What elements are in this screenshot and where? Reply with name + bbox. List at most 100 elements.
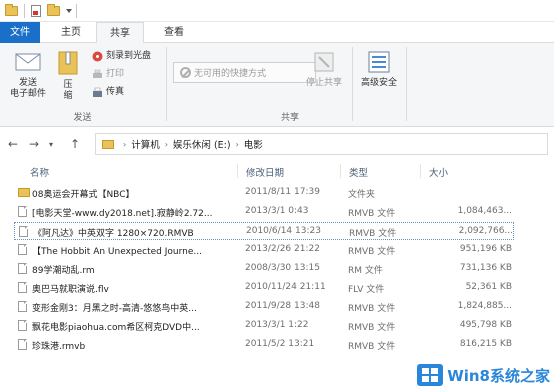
disc-icon xyxy=(92,51,103,61)
file-name: 奥巴马就职演说.flv xyxy=(32,285,109,295)
windows-logo-icon xyxy=(417,364,444,386)
tab-home[interactable]: 主页 xyxy=(50,22,92,43)
file-size: 816,215 KB xyxy=(459,339,512,349)
file-date: 2011/8/11 17:39 xyxy=(245,187,320,197)
breadcrumb-separator: › xyxy=(123,139,127,149)
column-date[interactable]: 修改日期 xyxy=(246,165,284,179)
file-date: 2013/3/1 1:22 xyxy=(245,320,309,330)
advanced-security-button[interactable]: 高级安全 xyxy=(356,49,402,89)
column-name[interactable]: 名称 xyxy=(30,165,49,179)
printer-icon xyxy=(93,69,102,78)
chevron-down-icon[interactable]: ▾ xyxy=(49,140,53,149)
file-name: 89学潮动乱.rm xyxy=(32,266,95,276)
file-type: 文件夹 xyxy=(348,190,376,200)
back-icon[interactable]: ← xyxy=(8,137,18,151)
stop-sharing-button[interactable]: 停止共享 xyxy=(298,49,350,89)
file-date: 2010/6/14 13:23 xyxy=(246,226,321,236)
file-icon xyxy=(18,263,27,274)
list-item[interactable]: 珍珠港.rmvb 2011/5/2 13:21 RMVB 文件 816,215 … xyxy=(14,336,514,354)
send-email-label: 发送 电子邮件 xyxy=(9,78,46,99)
unavailable-icon xyxy=(180,67,191,78)
file-icon xyxy=(18,320,27,331)
compress-button[interactable]: 压 缩 xyxy=(54,49,82,102)
file-type: RMVB 文件 xyxy=(348,323,396,333)
share-with-dropdown[interactable]: 无可用的快捷方式 xyxy=(173,62,316,83)
file-type: RMVB 文件 xyxy=(349,229,397,239)
file-type: RMVB 文件 xyxy=(348,247,396,257)
forward-icon[interactable]: → xyxy=(29,137,39,151)
folder-icon[interactable] xyxy=(5,4,18,18)
list-item[interactable]: 奥巴马就职演说.flv 2010/11/24 21:11 FLV 文件 52,3… xyxy=(14,279,514,297)
breadcrumb-folder[interactable]: 电影 xyxy=(244,137,263,151)
file-name: 飘花电影piaohua.com希区柯克DVD中... xyxy=(32,323,200,333)
list-item[interactable]: 89学潮动乱.rm 2008/3/30 13:15 RM 文件 731,136 … xyxy=(14,260,514,278)
file-date: 2013/2/26 21:22 xyxy=(245,244,320,254)
file-name: 【The Hobbit An Unexpected Journe... xyxy=(32,247,202,257)
separator xyxy=(76,4,77,18)
title-bar xyxy=(0,0,554,22)
list-item-selected[interactable]: 《阿凡达》中英双字 1280×720.RMVB 2010/6/14 13:23 … xyxy=(14,222,514,240)
ribbon-tabs: 文件 主页 共享 查看 xyxy=(0,22,554,44)
stop-sharing-label: 停止共享 xyxy=(305,78,342,88)
list-item[interactable]: [电影天堂-www.dy2018.net].寂静岭2.72... 2013/3/… xyxy=(14,203,514,221)
advanced-security-label: 高级安全 xyxy=(360,78,397,88)
breadcrumb-computer[interactable]: 计算机 xyxy=(131,137,160,151)
watermark-text: Win8系统之家 xyxy=(447,366,550,385)
column-size[interactable]: 大小 xyxy=(429,165,448,179)
share-with-label: 无可用的快捷方式 xyxy=(194,69,267,79)
file-name: [电影天堂-www.dy2018.net].寂静岭2.72... xyxy=(32,209,213,219)
list-item[interactable]: 08奥运会开幕式【NBC】 2011/8/11 17:39 文件夹 xyxy=(14,184,514,202)
stop-share-icon xyxy=(314,52,334,72)
address-field[interactable]: › 计算机 › 娱乐休闲 (E:) › 电影 xyxy=(95,133,548,155)
ribbon: 发送 电子邮件 压 缩 刻录到光盘 打印 传真 发送 无可用的快捷方式 共享 停… xyxy=(0,43,554,127)
column-divider[interactable] xyxy=(237,164,238,178)
chevron-down-icon[interactable] xyxy=(66,4,72,18)
address-bar: ← → ▾ ↑ › 计算机 › 娱乐休闲 (E:) › 电影 xyxy=(0,128,554,160)
print-label: 打印 xyxy=(106,69,125,79)
file-size: 52,361 KB xyxy=(465,282,512,292)
file-icon xyxy=(18,244,27,255)
file-name: 《阿凡达》中英双字 1280×720.RMVB xyxy=(33,229,194,239)
folder-icon xyxy=(18,188,30,197)
send-email-button[interactable]: 发送 电子邮件 xyxy=(6,49,50,100)
file-name: 珍珠港.rmvb xyxy=(32,342,86,352)
file-type: RM 文件 xyxy=(348,266,383,276)
fax-icon xyxy=(93,87,102,97)
file-size: 2,092,766... xyxy=(458,226,513,236)
column-type[interactable]: 类型 xyxy=(349,165,368,179)
file-name: 08奥运会开幕式【NBC】 xyxy=(32,190,135,200)
file-icon xyxy=(18,282,27,293)
fax-button[interactable]: 传真 xyxy=(92,85,124,99)
properties-icon[interactable] xyxy=(31,4,41,18)
breadcrumb-drive[interactable]: 娱乐休闲 (E:) xyxy=(173,137,231,151)
ribbon-divider xyxy=(406,47,407,121)
print-button[interactable]: 打印 xyxy=(92,67,124,81)
breadcrumb-separator: › xyxy=(235,139,239,149)
file-type: RMVB 文件 xyxy=(348,304,396,314)
tab-view[interactable]: 查看 xyxy=(150,22,198,43)
column-divider[interactable] xyxy=(340,164,341,178)
file-type: FLV 文件 xyxy=(348,285,385,295)
watermark: Win8系统之家 xyxy=(417,362,550,388)
file-date: 2011/5/2 13:21 xyxy=(245,339,315,349)
column-divider[interactable] xyxy=(420,164,421,178)
file-icon xyxy=(19,226,28,237)
burn-label: 刻录到光盘 xyxy=(106,51,152,61)
list-item[interactable]: 【The Hobbit An Unexpected Journe... 2013… xyxy=(14,241,514,259)
up-icon[interactable]: ↑ xyxy=(70,137,80,151)
file-size: 1,824,885... xyxy=(457,301,512,311)
list-item[interactable]: 飘花电影piaohua.com希区柯克DVD中... 2013/3/1 1:22… xyxy=(14,317,514,335)
file-type: RMVB 文件 xyxy=(348,209,396,219)
file-icon xyxy=(18,206,27,217)
tab-file[interactable]: 文件 xyxy=(0,22,40,43)
security-icon xyxy=(368,51,390,73)
burn-button[interactable]: 刻录到光盘 xyxy=(92,49,151,63)
list-item[interactable]: 变形金刚3：月黑之时-高清-悠悠鸟中英... 2011/9/28 13:48 R… xyxy=(14,298,514,316)
fax-label: 传真 xyxy=(106,87,125,97)
tab-share[interactable]: 共享 xyxy=(96,22,144,44)
new-folder-icon[interactable] xyxy=(47,4,60,18)
file-date: 2011/9/28 13:48 xyxy=(245,301,320,311)
separator xyxy=(24,4,25,18)
breadcrumb-separator: › xyxy=(164,139,168,149)
file-date: 2010/11/24 21:11 xyxy=(245,282,326,292)
